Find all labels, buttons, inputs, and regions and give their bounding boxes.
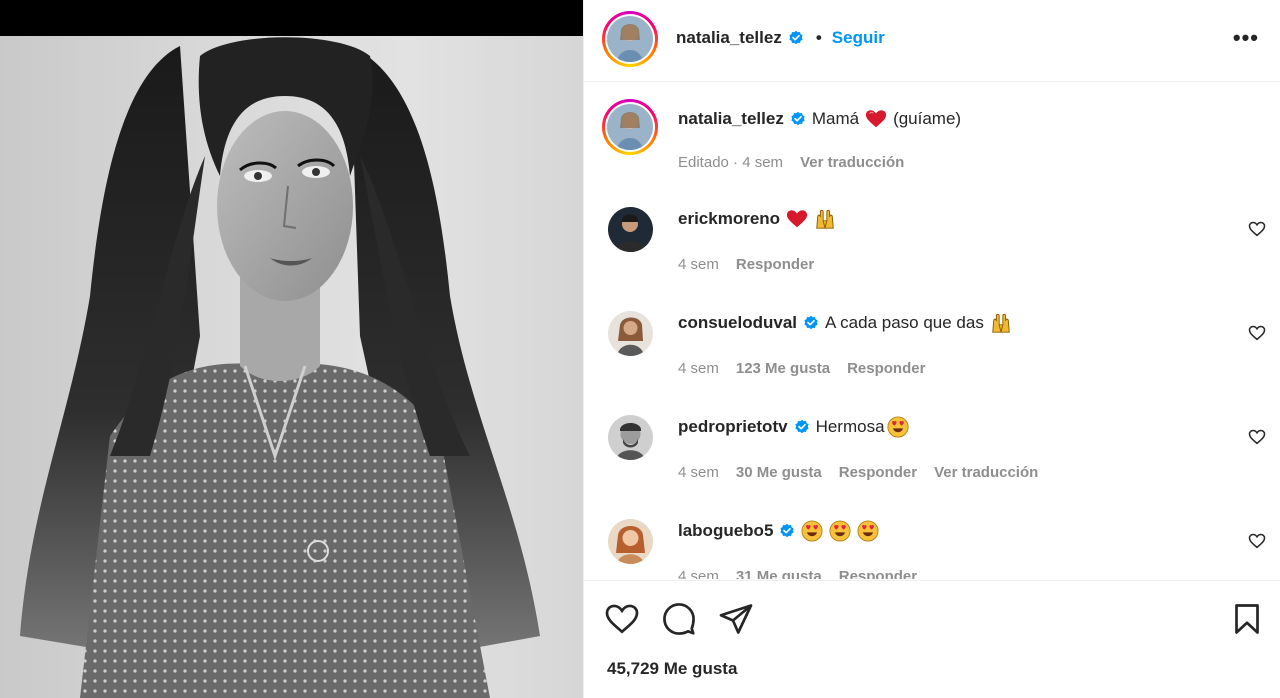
comment-meta: 4 sem 123 Me gusta Responder (678, 360, 925, 377)
reply-link[interactable]: Responder (839, 568, 917, 579)
avatar-image (608, 207, 653, 252)
avatar[interactable] (607, 16, 653, 62)
comment-username[interactable]: pedroprietotv (678, 417, 788, 437)
post-media[interactable] (0, 0, 583, 698)
heart-eyes-emoji-icon (857, 520, 879, 542)
comment-meta: 4 sem 30 Me gusta Responder Ver traducci… (678, 464, 1038, 481)
comment-line: erickmoreno (678, 208, 836, 230)
caption-row: natalia_tellez Mamá (guíame) Editado · 4… (584, 82, 1280, 182)
comment-text: Hermosa (815, 417, 885, 436)
comment-time: 4 sem (678, 464, 719, 481)
verified-badge-icon (791, 111, 805, 126)
heart-icon[interactable] (1248, 220, 1266, 238)
comment-meta: 4 sem 31 Me gusta Responder (678, 568, 917, 579)
comment-row: erickmoreno 4 sem Responder (584, 186, 1280, 290)
comment-time: 4 sem (678, 256, 719, 273)
avatar-image (607, 16, 653, 62)
reply-link[interactable]: Responder (847, 360, 925, 377)
avatar[interactable] (608, 519, 653, 564)
comment-username[interactable]: laboguebo5 (678, 521, 773, 541)
action-bar (584, 580, 1280, 698)
comment-line: pedroprietotv Hermosa (678, 416, 909, 438)
verified-badge-icon (780, 523, 795, 538)
raising-hands-emoji-icon (816, 209, 834, 229)
heart-icon[interactable] (1248, 532, 1266, 550)
reply-link[interactable]: Responder (839, 464, 917, 481)
comment-text: A cada paso que das (825, 313, 984, 332)
header-username[interactable]: natalia_tellez (676, 28, 782, 48)
header-user: natalia_tellez • Seguir (676, 28, 885, 48)
comment-row: laboguebo5 4 sem 31 Me gusta Responder (584, 498, 1280, 579)
red-heart-emoji-icon (865, 110, 887, 128)
comments-list[interactable]: natalia_tellez Mamá (guíame) Editado · 4… (584, 82, 1280, 579)
caption-text: Mamá (811, 109, 860, 128)
heart-icon[interactable] (604, 601, 640, 637)
portrait-image (20, 37, 540, 698)
verified-badge-icon (789, 30, 803, 45)
reply-link[interactable]: Responder (736, 256, 814, 273)
comment-line: laboguebo5 (678, 520, 879, 542)
avatar[interactable] (607, 104, 653, 150)
caption-username[interactable]: natalia_tellez (678, 109, 784, 129)
comment-likes[interactable]: 31 Me gusta (736, 568, 822, 579)
comment-line: consueloduval A cada paso que das (678, 312, 1012, 334)
avatar[interactable] (608, 207, 653, 252)
comment-row: consueloduval A cada paso que das 4 sem … (584, 290, 1280, 394)
comment-bubble-icon[interactable] (661, 601, 697, 637)
caption-edited-time: Editado · 4 sem (678, 154, 784, 171)
caption-line: natalia_tellez Mamá (guíame) (678, 108, 961, 130)
post-photo (0, 36, 583, 698)
heart-icon[interactable] (1248, 324, 1266, 342)
verified-badge-icon (794, 419, 809, 434)
caption-text-suffix: (guíame) (893, 109, 962, 128)
heart-icon[interactable] (1248, 428, 1266, 446)
paper-plane-icon[interactable] (718, 601, 754, 637)
comment-username[interactable]: erickmoreno (678, 209, 780, 229)
verified-badge-icon (804, 315, 818, 330)
comment-likes[interactable]: 30 Me gusta (736, 464, 822, 481)
avatar-image (608, 311, 653, 356)
red-heart-emoji-icon (786, 210, 808, 228)
bookmark-icon[interactable] (1229, 601, 1265, 637)
heart-eyes-emoji-icon (801, 520, 823, 542)
caption-meta: Editado · 4 sem Ver traducción (678, 154, 904, 171)
heart-eyes-emoji-icon (829, 520, 851, 542)
translate-link[interactable]: Ver traducción (934, 464, 1038, 481)
comment-likes[interactable]: 123 Me gusta (736, 360, 830, 377)
comment-meta: 4 sem Responder (678, 256, 814, 273)
more-options-icon[interactable]: ••• (1233, 27, 1259, 49)
comment-time: 4 sem (678, 568, 719, 579)
translate-link[interactable]: Ver traducción (800, 154, 904, 171)
avatar[interactable] (608, 311, 653, 356)
likes-count[interactable]: 45,729 Me gusta (607, 659, 737, 679)
avatar[interactable] (608, 415, 653, 460)
post-header: natalia_tellez • Seguir ••• (584, 0, 1280, 82)
heart-eyes-emoji-icon (886, 416, 909, 438)
avatar-image (608, 519, 653, 564)
comment-row: pedroprietotv Hermosa 4 sem 30 Me gusta … (584, 394, 1280, 498)
follow-button[interactable]: Seguir (832, 28, 885, 48)
comment-time: 4 sem (678, 360, 719, 377)
raising-hands-emoji-icon (992, 313, 1010, 333)
comment-username[interactable]: consueloduval (678, 313, 797, 333)
avatar-image (608, 415, 653, 460)
post-panel: natalia_tellez • Seguir ••• natalia_tell… (583, 0, 1280, 698)
separator-dot: • (815, 28, 822, 47)
avatar-image (607, 104, 653, 150)
